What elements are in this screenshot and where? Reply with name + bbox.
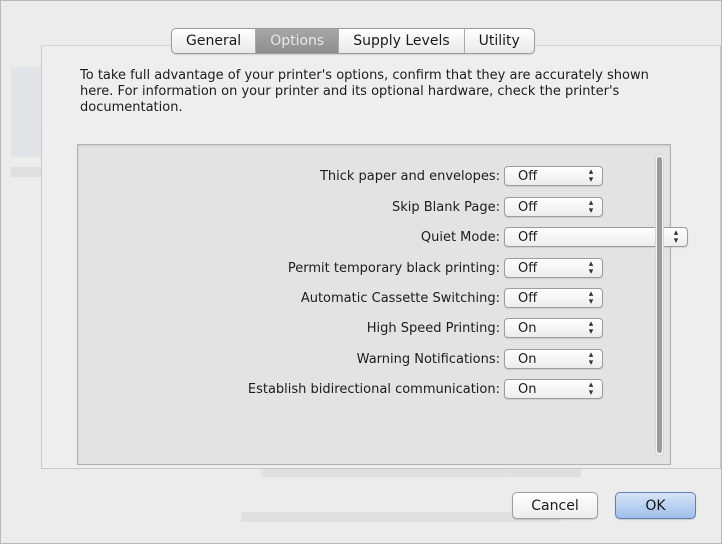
popup-value: Off	[518, 200, 538, 215]
option-row-warning-notifications: Warning Notifications: On ▴ ▾	[78, 349, 638, 371]
popup-value: Off	[518, 169, 538, 184]
ok-button[interactable]: OK	[615, 492, 696, 519]
high-speed-popup[interactable]: On ▴ ▾	[504, 318, 603, 338]
popup-value: Off	[518, 291, 538, 306]
up-down-arrows-icon: ▴ ▾	[588, 289, 594, 307]
thick-paper-popup[interactable]: Off ▴ ▾	[504, 166, 603, 186]
option-label: High Speed Printing:	[366, 321, 500, 336]
option-row-high-speed: High Speed Printing: On ▴ ▾	[78, 318, 638, 340]
popup-value: Off	[518, 261, 538, 276]
options-description: To take full advantage of your printer's…	[80, 68, 649, 115]
tab-general[interactable]: General	[172, 29, 257, 53]
cassette-switching-popup[interactable]: Off ▴ ▾	[504, 288, 603, 308]
option-label: Skip Blank Page:	[391, 200, 500, 215]
cancel-button[interactable]: Cancel	[512, 492, 598, 519]
option-row-thick-paper: Thick paper and envelopes: Off ▴ ▾	[78, 166, 638, 188]
tab-utility[interactable]: Utility	[465, 29, 534, 53]
option-label: Quiet Mode:	[420, 230, 500, 245]
up-down-arrows-icon: ▴ ▾	[588, 167, 594, 185]
up-down-arrows-icon: ▴ ▾	[588, 259, 594, 277]
option-label: Establish bidirectional communication:	[247, 382, 500, 397]
temporary-black-popup[interactable]: Off ▴ ▾	[504, 258, 603, 278]
popup-value: On	[518, 382, 537, 397]
tab-supply-levels[interactable]: Supply Levels	[339, 29, 465, 53]
up-down-arrows-icon: ▴ ▾	[588, 198, 594, 216]
up-down-arrows-icon: ▴ ▾	[588, 319, 594, 337]
warning-notifications-popup[interactable]: On ▴ ▾	[504, 349, 603, 369]
option-row-cassette-switching: Automatic Cassette Switching: Off ▴ ▾	[78, 288, 638, 310]
option-row-temporary-black: Permit temporary black printing: Off ▴ ▾	[78, 258, 638, 280]
tab-bar: General Options Supply Levels Utility	[171, 28, 535, 54]
bidirectional-popup[interactable]: On ▴ ▾	[504, 379, 603, 399]
skip-blank-page-popup[interactable]: Off ▴ ▾	[504, 197, 603, 217]
vertical-scrollbar[interactable]	[655, 154, 664, 456]
option-label: Permit temporary black printing:	[287, 261, 500, 276]
printer-options-window: General Options Supply Levels Utility To…	[0, 0, 722, 544]
up-down-arrows-icon: ▴ ▾	[588, 380, 594, 398]
option-row-skip-blank-page: Skip Blank Page: Off ▴ ▾	[78, 197, 638, 219]
option-label: Automatic Cassette Switching:	[300, 291, 500, 306]
option-row-bidirectional: Establish bidirectional communication: O…	[78, 379, 638, 401]
option-label: Thick paper and envelopes:	[319, 169, 500, 184]
popup-value: On	[518, 352, 537, 367]
options-list-panel: Thick paper and envelopes: Off ▴ ▾ Skip B…	[77, 144, 688, 465]
up-down-arrows-icon: ▴ ▾	[673, 228, 679, 246]
up-down-arrows-icon: ▴ ▾	[588, 350, 594, 368]
scrollbar-thumb[interactable]	[657, 157, 662, 453]
tab-options[interactable]: Options	[256, 29, 340, 53]
option-label: Warning Notifications:	[356, 352, 500, 367]
option-row-quiet-mode: Quiet Mode: Off ▴ ▾	[78, 227, 688, 249]
popup-value: On	[518, 321, 537, 336]
popup-value: Off	[518, 230, 538, 245]
